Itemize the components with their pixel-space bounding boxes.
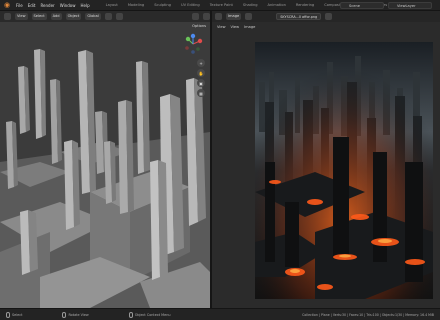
tab-animation[interactable]: Animation: [266, 2, 288, 8]
3d-viewport[interactable]: View Select Add Object Global Options + …: [0, 11, 210, 308]
scene-statistics: Collection | Plane | Verts:30 | Faces:10…: [302, 312, 434, 317]
mouse-right-icon: [128, 311, 133, 318]
tab-shading[interactable]: Shading: [241, 2, 260, 8]
editor-type-icon[interactable]: [4, 13, 11, 20]
viewport-shading-icon[interactable]: [192, 13, 199, 20]
mouse-left-icon: [6, 311, 10, 318]
tab-texture-paint[interactable]: Texture Paint: [208, 2, 235, 8]
tab-rendering[interactable]: Rendering: [294, 2, 316, 8]
image-browse-icon[interactable]: [245, 13, 253, 20]
camera-view-icon[interactable]: ▣: [197, 79, 205, 87]
viewport-menu-add[interactable]: Add: [50, 13, 62, 20]
tab-layout[interactable]: Layout: [104, 2, 120, 8]
pin-icon[interactable]: [325, 13, 333, 20]
blender-logo-icon[interactable]: ◉: [0, 0, 14, 11]
menu-render[interactable]: Render: [40, 3, 54, 8]
snap-icon[interactable]: [104, 13, 112, 20]
ie-menu-image[interactable]: Image: [244, 25, 255, 29]
tab-uv-editing[interactable]: UV Editing: [179, 2, 202, 8]
status-hint-context: Object Context Menu: [128, 311, 171, 318]
rendered-city-image: [255, 42, 433, 299]
ie-menu-view[interactable]: View: [217, 25, 226, 29]
gray-city-blockout: [0, 22, 210, 308]
viewport-header: View Select Add Object Global: [0, 11, 210, 22]
main-menu: File Edit Render Window Help: [14, 3, 90, 8]
overlay-icon[interactable]: [203, 13, 210, 20]
menu-help[interactable]: Help: [80, 3, 89, 8]
proportional-edit-icon[interactable]: [115, 13, 123, 20]
viewport-menu-view[interactable]: View: [15, 13, 28, 20]
options-dropdown[interactable]: Options: [192, 24, 206, 28]
transform-orientation-dropdown[interactable]: Global: [85, 13, 101, 20]
status-hint-select-label: Select: [12, 312, 23, 317]
viewport-menu-select[interactable]: Select: [31, 13, 47, 20]
status-hint-context-label: Object Context Menu: [134, 312, 171, 317]
image-filename-field[interactable]: SKYSCRA...0 affor.png: [276, 13, 322, 20]
menu-edit[interactable]: Edit: [28, 3, 36, 8]
viewport-nav-controls: + ✋ ▣ ▦: [197, 59, 205, 97]
perspective-toggle-icon[interactable]: ▦: [197, 89, 205, 97]
ie-menu-view-2[interactable]: View: [231, 25, 240, 29]
viewport-menu-object[interactable]: Object: [65, 13, 82, 20]
status-hint-rotate: Rotate View: [62, 311, 89, 318]
editor-type-icon[interactable]: [215, 13, 222, 20]
top-menu-bar: ◉ File Edit Render Window Help Layout Mo…: [0, 0, 440, 11]
scene-selector[interactable]: Scene: [340, 2, 384, 9]
navigation-gizmo-icon[interactable]: [182, 33, 204, 55]
image-mode-dropdown[interactable]: Image: [226, 13, 242, 20]
tab-modeling[interactable]: Modeling: [126, 2, 146, 8]
tab-sculpting[interactable]: Sculpting: [152, 2, 173, 8]
menu-file[interactable]: File: [16, 3, 23, 8]
pan-hand-icon[interactable]: ✋: [197, 69, 205, 77]
view-layer-selector[interactable]: ViewLayer: [388, 2, 432, 9]
image-editor-menu: View View Image: [212, 22, 440, 32]
scene-selectors: Scene ViewLayer: [340, 2, 432, 9]
status-hint-select: Select: [6, 311, 23, 318]
menu-window[interactable]: Window: [60, 3, 76, 8]
image-editor[interactable]: Image SKYSCRA...0 affor.png View View Im…: [212, 11, 440, 308]
zoom-icon[interactable]: +: [197, 59, 205, 67]
status-bar: Select Rotate View Object Context Menu C…: [0, 308, 440, 320]
mouse-middle-icon: [62, 311, 67, 318]
status-hint-rotate-label: Rotate View: [68, 312, 89, 317]
image-editor-header: Image SKYSCRA...0 affor.png: [212, 11, 440, 22]
